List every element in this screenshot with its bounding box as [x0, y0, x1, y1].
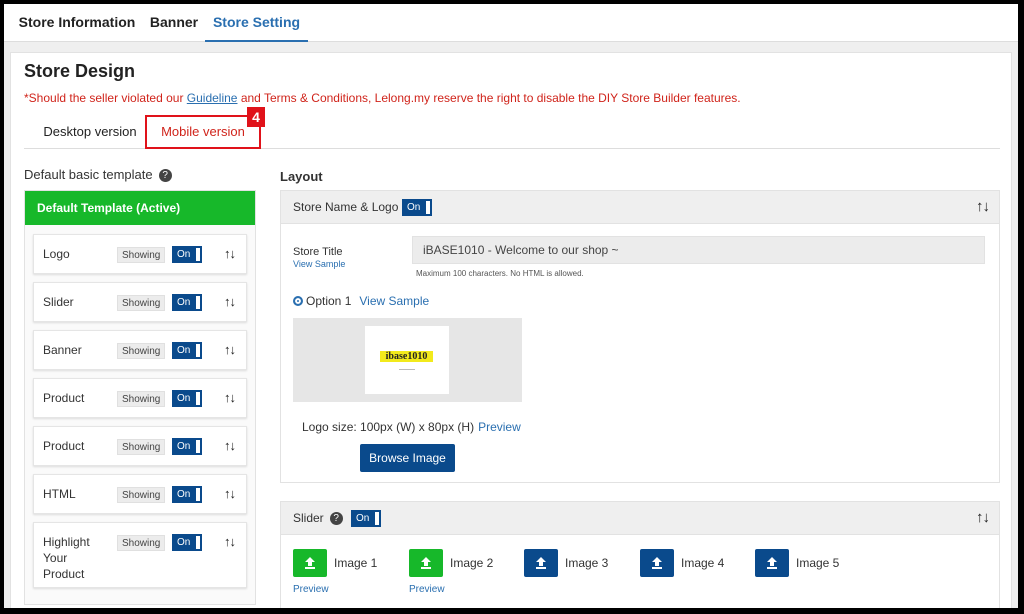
template-module-panel: Default Template (Active) Logo Showing O…: [24, 190, 256, 605]
status-badge: Showing: [117, 535, 166, 551]
slider-image-label: Image 4: [681, 556, 725, 570]
module-toggle[interactable]: On: [172, 294, 202, 311]
store-design-card: Store Design *Should the seller violated…: [10, 52, 1012, 608]
slider-image-label: Image 1: [334, 556, 378, 570]
module-toggle[interactable]: On: [172, 246, 202, 263]
status-badge: Showing: [117, 391, 166, 407]
sort-arrows-icon[interactable]: ↑↓: [224, 342, 236, 357]
module-toggle[interactable]: On: [172, 342, 202, 359]
sort-arrows-icon[interactable]: ↑↓: [224, 390, 236, 405]
step-callout-badge: 4: [247, 107, 265, 127]
module-name: Banner: [43, 343, 82, 357]
module-name: Highlight Your Product: [43, 535, 90, 581]
logo-image: ibase1010: [365, 326, 449, 394]
slider-preview-link[interactable]: Preview: [293, 584, 329, 595]
browse-image-button[interactable]: Browse Image: [360, 444, 455, 472]
status-badge: Showing: [117, 247, 166, 263]
app-frame: Store Information Banner Store Setting S…: [4, 4, 1018, 608]
module-name: Product: [43, 439, 85, 453]
module-item[interactable]: Product Showing On ↑↓: [33, 426, 247, 466]
module-item[interactable]: Logo Showing On ↑↓: [33, 234, 247, 274]
store-title-input[interactable]: iBASE1010 - Welcome to our shop ~: [412, 236, 985, 264]
logo-preview-link[interactable]: Preview: [478, 420, 521, 434]
slider-image-label: Image 5: [796, 556, 840, 570]
slider-panel: Slider? On ↑↓ Image 1 Preview Image 2 Pr…: [280, 501, 1000, 608]
upload-icon[interactable]: [524, 549, 558, 577]
module-item[interactable]: Highlight Your Product Showing On ↑↓: [33, 522, 247, 588]
logo-text: ibase1010: [380, 351, 433, 362]
module-name: Product: [43, 391, 85, 405]
option-radio[interactable]: [293, 296, 303, 306]
module-name: Logo: [43, 247, 70, 261]
slider-image-label: Image 2: [450, 556, 494, 570]
sort-arrows-icon[interactable]: ↑↓: [224, 294, 236, 309]
module-item[interactable]: HTML Showing On ↑↓: [33, 474, 247, 514]
slider-header: Slider? On ↑↓: [281, 502, 999, 535]
store-title-label: Store Title: [293, 246, 343, 258]
module-toggle[interactable]: On: [172, 486, 202, 503]
status-badge: Showing: [117, 343, 166, 359]
tab-store-setting[interactable]: Store Setting: [205, 4, 308, 42]
module-toggle[interactable]: On: [172, 438, 202, 455]
sort-arrows-icon[interactable]: ↑↓: [976, 198, 990, 215]
upload-icon[interactable]: [755, 549, 789, 577]
module-name: HTML: [43, 487, 76, 501]
default-template-heading: Default basic template?: [24, 167, 172, 183]
tab-mobile-version[interactable]: Mobile version: [145, 115, 261, 149]
option-view-sample-link[interactable]: View Sample: [359, 294, 429, 308]
tab-desktop-version[interactable]: Desktop version: [34, 115, 146, 149]
module-name: Slider: [43, 295, 74, 309]
slider-preview-link[interactable]: Preview: [409, 584, 445, 595]
upload-icon[interactable]: [293, 549, 327, 577]
logo-size-text: Logo size: 100px (W) x 80px (H) Preview: [302, 420, 521, 434]
store-name-logo-header: Store Name & Logo On ↑↓: [281, 191, 999, 224]
sort-arrows-icon[interactable]: ↑↓: [224, 438, 236, 453]
warning-text: *Should the seller violated our Guidelin…: [24, 91, 741, 105]
active-template-header[interactable]: Default Template (Active): [25, 191, 255, 225]
module-toggle[interactable]: On: [172, 534, 202, 551]
guideline-link[interactable]: Guideline: [187, 91, 238, 105]
store-name-logo-toggle[interactable]: On: [402, 199, 432, 216]
top-tab-bar: Store Information Banner Store Setting: [4, 4, 1018, 42]
logo-preview-area: ibase1010: [293, 318, 522, 402]
status-badge: Showing: [117, 439, 166, 455]
help-icon[interactable]: ?: [158, 169, 172, 183]
logo-subline: [399, 369, 415, 370]
version-tab-bar: Desktop version Mobile version: [24, 115, 1000, 149]
upload-icon[interactable]: [409, 549, 443, 577]
view-sample-link[interactable]: View Sample: [293, 259, 345, 269]
status-badge: Showing: [117, 487, 166, 503]
tab-store-information[interactable]: Store Information: [18, 4, 136, 42]
sort-arrows-icon[interactable]: ↑↓: [976, 509, 990, 526]
module-item[interactable]: Banner Showing On ↑↓: [33, 330, 247, 370]
slider-toggle[interactable]: On: [351, 510, 381, 527]
page-title: Store Design: [24, 61, 136, 81]
upload-icon[interactable]: [640, 549, 674, 577]
module-toggle[interactable]: On: [172, 390, 202, 407]
store-title-hint: Maximum 100 characters. No HTML is allow…: [416, 269, 584, 278]
sort-arrows-icon[interactable]: ↑↓: [224, 534, 236, 549]
sort-arrows-icon[interactable]: ↑↓: [224, 486, 236, 501]
logo-option[interactable]: Option 1 View Sample: [293, 294, 429, 308]
help-icon[interactable]: ?: [329, 511, 343, 525]
sort-arrows-icon[interactable]: ↑↓: [224, 246, 236, 261]
store-name-logo-panel: Store Name & Logo On ↑↓ Store Title View…: [280, 190, 1000, 483]
layout-heading: Layout: [280, 169, 323, 184]
module-item[interactable]: Slider Showing On ↑↓: [33, 282, 247, 322]
module-item[interactable]: Product Showing On ↑↓: [33, 378, 247, 418]
slider-label: Slider?: [293, 511, 343, 525]
tab-banner[interactable]: Banner: [144, 4, 204, 42]
slider-image-label: Image 3: [565, 556, 609, 570]
store-name-logo-label: Store Name & Logo: [293, 200, 399, 214]
status-badge: Showing: [117, 295, 166, 311]
